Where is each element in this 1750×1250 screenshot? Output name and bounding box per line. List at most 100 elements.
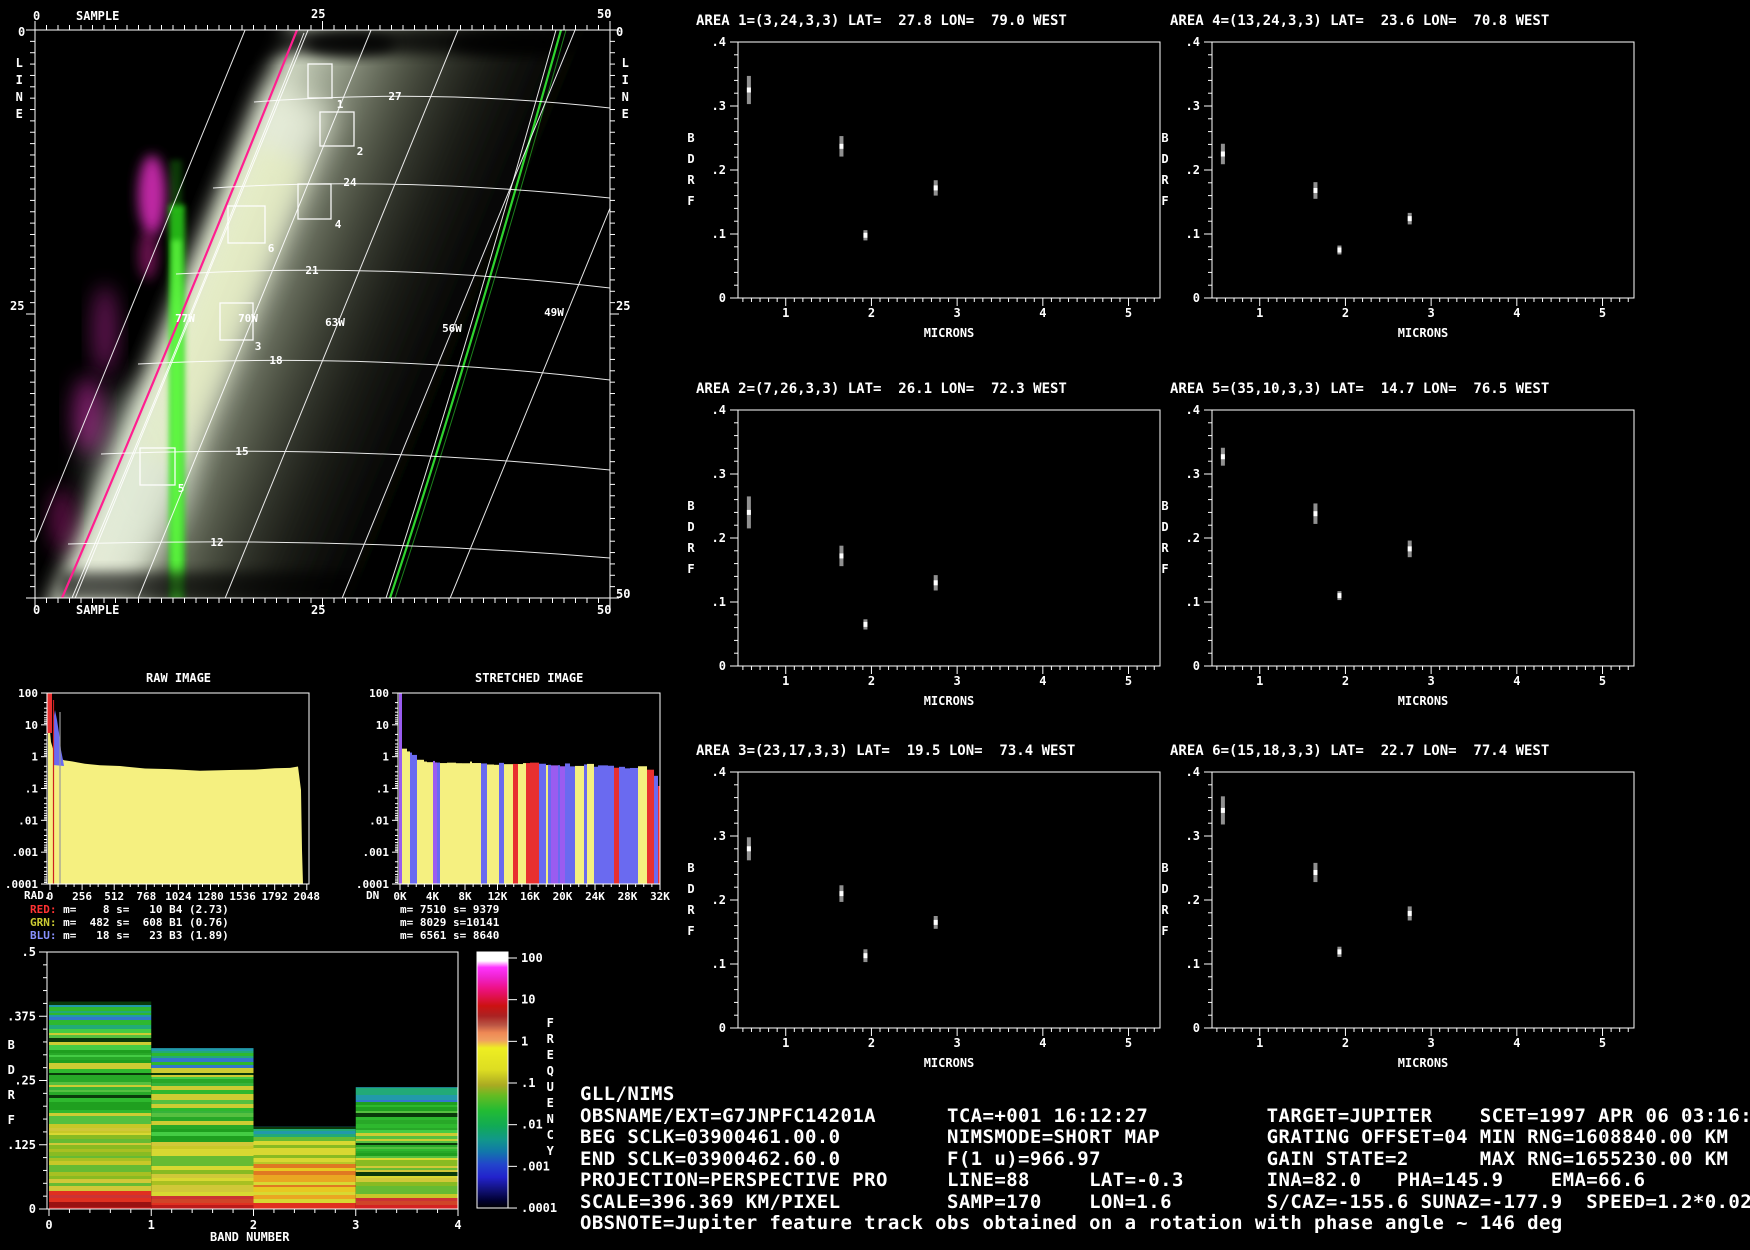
jupiter-image: 27242118151277W70W63W56W49W124635 (12, 0, 683, 763)
y-tick-label: .3 (712, 467, 726, 481)
band-bar-stripe (151, 1090, 253, 1094)
stretched-stripe (640, 766, 647, 884)
raw-stats-grn-label: GRN: (30, 916, 57, 929)
hist-y-label: .01 (18, 814, 38, 827)
band-bar-stripe (151, 1117, 253, 1119)
microns-label: MICRONS (924, 694, 975, 708)
microns-label: MICRONS (1398, 694, 1449, 708)
band-bar-stripe (49, 1035, 151, 1038)
band-bar-stripe (49, 1075, 151, 1079)
x-tick-label: 3 (1428, 674, 1435, 688)
hist-x-label: 0K (393, 890, 407, 903)
band-bar-stripe (254, 1134, 356, 1137)
scatter-plot: .4.3.2.1012345MICRONSBDRF (687, 403, 1160, 708)
band-bar-stripe (49, 1110, 151, 1113)
band-bar-stripe (49, 1025, 151, 1029)
y-tick-label: .4 (1186, 765, 1200, 779)
band-bar-stripe (49, 1085, 151, 1087)
y-tick-label: 0 (719, 659, 726, 673)
sample-axis-bottom-label: SAMPLE (76, 604, 119, 617)
x-tick-label: 4 (1513, 306, 1520, 320)
band-bar-stripe (49, 1042, 151, 1045)
band-bar-stripe (49, 1017, 151, 1020)
band-bar-stripe (49, 1005, 151, 1007)
band-bar-stripe (151, 1203, 253, 1205)
x-tick-label: 4 (1039, 1036, 1046, 1050)
band-bar-stripe (356, 1097, 458, 1100)
band-bar-stripe (356, 1124, 458, 1128)
hist-x-label: 512 (104, 890, 124, 903)
bdrf-letter: D (687, 520, 694, 534)
bdrf-letter: D (687, 152, 694, 166)
x-tick-label: 2 (1342, 674, 1349, 688)
band-bar-stripe (49, 1116, 151, 1118)
band-bar-stripe (151, 1100, 253, 1104)
band-bar-stripe (49, 1038, 151, 1042)
hist-y-label: .1 (376, 782, 390, 795)
band-bar-stripe (151, 1062, 253, 1065)
band-bar-stripe (49, 1191, 151, 1195)
y-tick-label: 0 (1193, 659, 1200, 673)
sample-axis-bottom-tick-0: 0 (33, 604, 40, 617)
stretched-stripe (435, 762, 437, 884)
hist-x-label: 20K (553, 890, 573, 903)
hist-y-label: 1 (382, 751, 389, 764)
stretched-stripe (407, 751, 410, 884)
band-bar-stripe (254, 1171, 356, 1175)
bdrf-letter: B (687, 131, 694, 145)
band-bar-stripe (49, 1183, 151, 1186)
band-bar-stripe (254, 1203, 356, 1205)
info-line-4: END SCLK=03900462.60.0 F(1 u)=966.97 GAI… (580, 1149, 1728, 1170)
band-bar-stripe (356, 1201, 458, 1203)
y-tick-label: .4 (1186, 403, 1200, 417)
band-bar-stripe (151, 1108, 253, 1111)
y-tick-label: .1 (1186, 227, 1200, 241)
band-bar-stripe (151, 1159, 253, 1162)
data-point (747, 88, 751, 93)
bdrf-letter: D (1161, 882, 1168, 896)
colorbar-tick-label: .1 (521, 1076, 535, 1090)
band-bar-stripe (49, 1161, 151, 1165)
stretched-stats-1: m= 7510 s= 9379 (400, 904, 499, 916)
band-bar-chart: .5.375.25.125001234100101.1.01.001.0001 (7, 945, 557, 1232)
band-bar-stripe (254, 1199, 356, 1203)
scene-canvas: 27242118151277W70W63W56W49W124635 .4 .3 .2.… (0, 0, 1750, 1250)
band-bar-stripe (356, 1147, 458, 1149)
hist-x-label: 1536 (229, 890, 256, 903)
data-point (934, 185, 938, 190)
bdrf-letter: B (687, 499, 694, 513)
band-bar-stripe (49, 1105, 151, 1108)
bdrf-letter: F (1161, 562, 1168, 576)
data-point (1313, 188, 1317, 193)
y-tick-label: .2 (712, 531, 726, 545)
band-bar-stripe (49, 1090, 151, 1092)
band-bar-stripe (49, 1002, 151, 1005)
y-tick-label: .3 (712, 99, 726, 113)
x-tick-label: 3 (954, 306, 961, 320)
y-tick-label: .4 (712, 35, 726, 49)
band-bar-stripe (356, 1198, 458, 1201)
x-tick-label: 1 (1256, 674, 1263, 688)
band-y-label: .375 (7, 1009, 36, 1023)
band-bar-stripe (49, 1087, 151, 1090)
band-bar-stripe (151, 1056, 253, 1058)
data-point (1313, 870, 1317, 875)
band-bar-stripe (356, 1166, 458, 1168)
band-bar-stripe (254, 1187, 356, 1189)
band-chart-ylabel: BDRF (4, 1038, 17, 1138)
band-bar-stripe (49, 1124, 151, 1128)
plot-frame (1212, 42, 1634, 298)
band-bar-stripe (356, 1156, 458, 1158)
x-tick-label: 1 (1256, 306, 1263, 320)
stretched-stripe (513, 764, 518, 884)
plot-frame (738, 410, 1160, 666)
stretched-stripe (518, 764, 523, 884)
band-bar-stripe (151, 1075, 253, 1077)
green-stripe-tail (170, 160, 182, 210)
stretched-stripe (437, 763, 440, 884)
y-tick-label: .4 (712, 403, 726, 417)
lon-label-63W: 63W (325, 316, 345, 329)
stretched-stripe (539, 764, 546, 884)
x-tick-label: 4 (1039, 674, 1046, 688)
stretched-stripe (410, 753, 412, 884)
